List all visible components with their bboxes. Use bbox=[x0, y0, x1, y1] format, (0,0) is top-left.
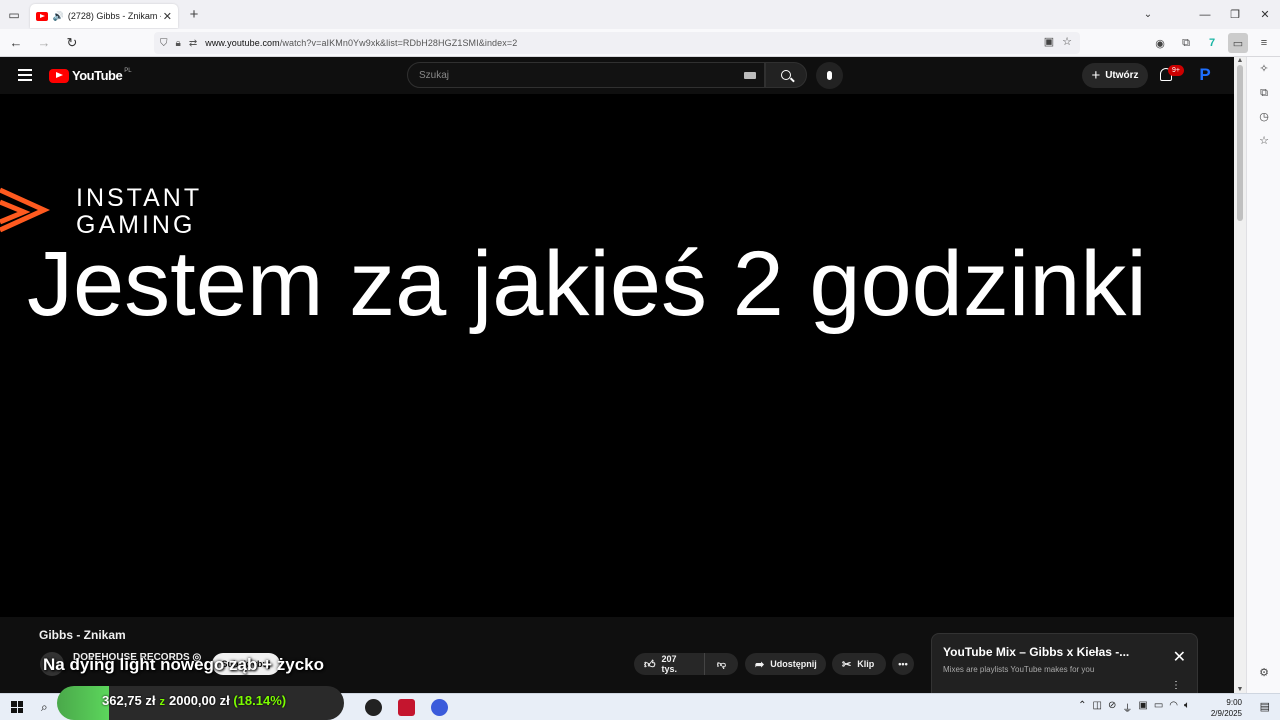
share-button[interactable]: ➦ Udostępnij bbox=[745, 653, 826, 675]
new-tab-button[interactable]: + bbox=[180, 0, 208, 29]
windows-taskbar: ⌕ 362,75 zł z 2000,00 zł (18.14%) ⌃ ◫ ⊘ ⏚ … bbox=[0, 686, 1280, 720]
youtube-logo[interactable]: YouTube PL bbox=[49, 68, 132, 83]
video-info-section: Gibbs - Znikam DOPEHOUSE RECORDS ◎ Subsk… bbox=[0, 617, 1234, 695]
keyboard-icon[interactable] bbox=[744, 72, 756, 79]
browser-sidebar: ✧ ⧉ ◷ ☆ ⚙ bbox=[1246, 57, 1280, 693]
restore-button[interactable]: ❐ bbox=[1220, 0, 1250, 29]
scroll-up-icon[interactable]: ▲ bbox=[1234, 57, 1246, 64]
more-vertical-icon[interactable]: ⋮ bbox=[1171, 680, 1181, 691]
donation-goal-overlay: 362,75 zł z 2000,00 zł (18.14%) bbox=[57, 686, 344, 720]
thumbs-down-icon: 👎︎ bbox=[716, 658, 727, 669]
search-icon bbox=[781, 70, 791, 80]
more-actions-button[interactable]: ••• bbox=[892, 653, 914, 675]
synced-tabs-icon[interactable]: ⧉ bbox=[1247, 81, 1280, 105]
forward-button[interactable]: → bbox=[32, 29, 56, 57]
avatar[interactable]: P bbox=[1196, 66, 1214, 84]
tray-app-icon[interactable]: ▣ bbox=[1138, 700, 1147, 715]
voice-search-button[interactable] bbox=[816, 62, 843, 89]
bookmarks-star-icon[interactable]: ☆ bbox=[1247, 129, 1280, 153]
page-scrollbar[interactable]: ▲ ▼ bbox=[1234, 57, 1246, 693]
volume-icon[interactable]: 🔈︎ bbox=[1184, 700, 1190, 715]
stream-overlay-text: Na dying light nowego ząb + życko bbox=[43, 655, 325, 674]
search-input[interactable]: Szukaj bbox=[407, 62, 765, 88]
close-window-button[interactable]: ✕ bbox=[1250, 0, 1280, 29]
video-title: Gibbs - Znikam bbox=[39, 628, 126, 642]
reload-button[interactable]: ↻ bbox=[60, 29, 84, 57]
gear-icon[interactable]: ⚙ bbox=[1247, 661, 1280, 685]
sponsor-logo-text: INSTANT GAMING bbox=[76, 184, 203, 239]
permissions-icon[interactable]: ⇄ bbox=[189, 38, 197, 49]
mix-playlist-panel: YouTube Mix – Gibbs x Kiełas -... Mixes … bbox=[931, 633, 1198, 695]
microphone-icon bbox=[827, 71, 832, 80]
video-subtitle: Jestem za jakieś 2 godzinki bbox=[27, 233, 1147, 335]
scroll-down-icon[interactable]: ▼ bbox=[1234, 686, 1246, 693]
browser-tab-bar: ▭ 🔊 (2728) Gibbs - Znikam - YouTube ✕ + … bbox=[0, 0, 1280, 29]
share-arrow-icon: ➦ bbox=[755, 658, 765, 671]
more-horizontal-icon: ••• bbox=[898, 659, 908, 669]
youtube-header: YouTube PL Szukaj + Utwórz 9+ P bbox=[0, 57, 1234, 94]
mic-icon[interactable]: ⏚ bbox=[1122, 700, 1132, 715]
clip-button[interactable]: ✂ Klip bbox=[832, 653, 886, 675]
back-button[interactable]: ← bbox=[4, 29, 28, 57]
plus-icon: + bbox=[1091, 67, 1101, 84]
thumbs-up-icon: 👍︎ bbox=[644, 658, 656, 671]
dislike-button[interactable]: 👎︎ bbox=[704, 653, 738, 675]
lock-icon[interactable]: 🔒︎ bbox=[176, 38, 181, 49]
browser-nav-bar: ← → ↻ ⛉ 🔒︎ ⇄ www.youtube.com/watch?v=aIK… bbox=[0, 29, 1280, 57]
youtube-play-icon bbox=[49, 68, 69, 83]
taskbar-app-icon[interactable] bbox=[365, 699, 382, 716]
mix-title[interactable]: YouTube Mix – Gibbs x Kiełas -... bbox=[943, 645, 1129, 659]
video-player[interactable]: INSTANT GAMING Jestem za jakieś 2 godzin… bbox=[0, 94, 1234, 617]
reader-view-icon[interactable]: ▣ bbox=[1044, 35, 1054, 48]
menu-icon[interactable]: ≡ bbox=[1254, 33, 1274, 53]
tab-title: (2728) Gibbs - Znikam - YouTube bbox=[67, 11, 161, 21]
url-text: www.youtube.com/watch?v=aIKMn0Yw9xk&list… bbox=[205, 38, 518, 48]
account-icon[interactable]: ◉ bbox=[1150, 33, 1170, 53]
tray-app-icon[interactable]: ◫ bbox=[1093, 700, 1102, 715]
donation-text: 362,75 zł z 2000,00 zł (18.14%) bbox=[102, 693, 287, 708]
tab-close-icon[interactable]: ✕ bbox=[163, 10, 172, 23]
scissors-icon: ✂ bbox=[842, 658, 852, 671]
translate-extension-icon[interactable]: 7 bbox=[1202, 33, 1222, 53]
taskbar-clock[interactable]: 9:00 2/9/2025 bbox=[1211, 697, 1242, 719]
taskbar-app-icon[interactable] bbox=[431, 699, 448, 716]
hamburger-menu-icon[interactable] bbox=[18, 69, 32, 84]
chevron-down-icon[interactable]: ⌄ bbox=[1134, 0, 1162, 29]
chevron-up-icon[interactable]: ⌃ bbox=[1078, 700, 1086, 715]
search-button[interactable] bbox=[765, 62, 807, 88]
minimize-button[interactable]: — bbox=[1190, 0, 1220, 29]
notification-badge: 9+ bbox=[1168, 65, 1184, 76]
create-button[interactable]: + Utwórz bbox=[1082, 63, 1148, 88]
shield-icon[interactable]: ⛉ bbox=[160, 38, 168, 49]
bookmark-star-icon[interactable]: ☆ bbox=[1062, 35, 1072, 48]
sidebar-toggle-icon[interactable]: ▭ bbox=[1228, 33, 1248, 53]
like-button[interactable]: 👍︎ 207 tys. bbox=[634, 653, 704, 675]
tab-list-icon[interactable]: ▭ bbox=[0, 0, 28, 29]
system-tray: ⌃ ◫ ⊘ ⏚ ▣ ▭ ◠ 🔈︎ bbox=[1078, 700, 1190, 715]
search-icon[interactable]: ⌕ bbox=[41, 700, 48, 715]
close-icon[interactable]: ✕ bbox=[1173, 647, 1186, 667]
address-bar[interactable]: ⛉ 🔒︎ ⇄ www.youtube.com/watch?v=aIKMn0Yw9… bbox=[154, 32, 1080, 54]
ai-chat-icon[interactable]: ✧ bbox=[1247, 57, 1280, 81]
taskbar-app-icon[interactable] bbox=[398, 699, 415, 716]
browser-tab[interactable]: 🔊 (2728) Gibbs - Znikam - YouTube ✕ bbox=[30, 4, 178, 28]
history-icon[interactable]: ◷ bbox=[1247, 105, 1280, 129]
scrollbar-thumb[interactable] bbox=[1237, 65, 1243, 221]
notification-center-icon[interactable]: ▤ bbox=[1260, 700, 1270, 713]
battery-icon[interactable]: ▭ bbox=[1154, 700, 1163, 715]
network-icon[interactable]: ⊘ bbox=[1108, 700, 1116, 715]
speaker-icon[interactable]: 🔊 bbox=[53, 11, 64, 22]
search-placeholder: Szukaj bbox=[419, 70, 450, 81]
wifi-icon[interactable]: ◠ bbox=[1169, 700, 1178, 715]
youtube-favicon-icon bbox=[36, 11, 48, 21]
windows-start-icon[interactable] bbox=[11, 701, 23, 713]
mix-subtitle: Mixes are playlists YouTube makes for yo… bbox=[943, 665, 1095, 674]
extensions-icon[interactable]: ⧉ bbox=[1176, 33, 1196, 53]
